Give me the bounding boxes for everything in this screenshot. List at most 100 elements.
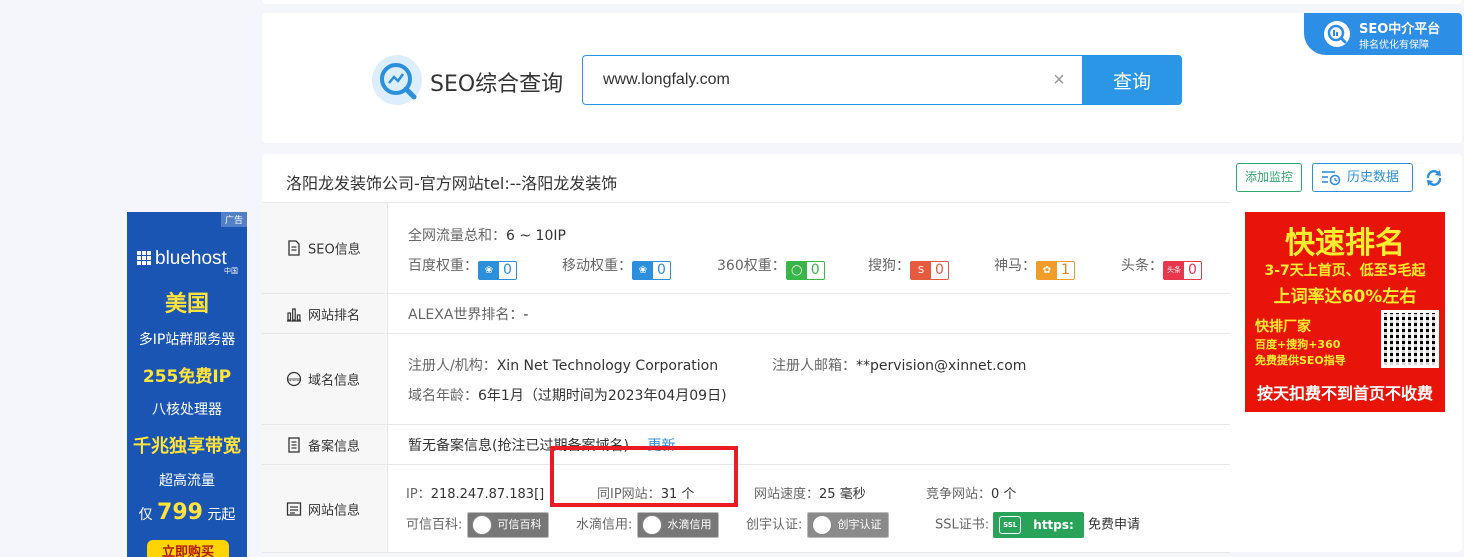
chuangyu-label: 创宇认证: <box>746 517 803 533</box>
traffic-label: 全网流量总和： <box>408 228 506 244</box>
water-credit-badge[interactable]: 水滴信用 <box>636 512 719 538</box>
same-ip-sites[interactable]: 同IP网站：31 个 <box>597 483 694 502</box>
grid-icon <box>137 251 151 265</box>
document-icon <box>288 240 300 256</box>
ssl-free-apply-link[interactable]: 免费申请 <box>1088 518 1140 533</box>
shield-check-icon <box>471 515 492 535</box>
bluehost-logo: bluehost <box>137 248 227 270</box>
v-shield-icon <box>811 515 832 535</box>
email-value: **pervision@xinnet.com <box>856 358 1027 374</box>
baidu-paw-icon: ❀ <box>479 262 499 279</box>
shenma-icon: ✿ <box>1037 262 1057 279</box>
brand-sub: 中国 <box>224 267 238 275</box>
www-globe-icon: www <box>286 371 302 387</box>
traffic-value: 6 ~ 10IP <box>506 228 566 244</box>
credible-label: 可信百科: <box>406 517 463 533</box>
chuangyu-badge[interactable]: 创宇认证 <box>806 512 889 538</box>
qr-code-icon <box>1381 310 1439 368</box>
history-data-button[interactable]: 历史数据 <box>1312 163 1413 192</box>
mobile-paw-icon: ❀ <box>633 262 653 279</box>
weight-sogou: 搜狗： S 0 <box>868 255 949 280</box>
site-rank-row: 网站排名 ALEXA世界排名：- <box>262 294 1230 334</box>
ssl-badge-text: https: <box>1033 518 1074 532</box>
ssl-badge[interactable]: SSL https: <box>993 512 1084 538</box>
record-book-icon <box>288 436 300 453</box>
360-weight-badge[interactable]: ◯ 0 <box>785 261 825 280</box>
svg-text:www: www <box>288 377 300 383</box>
icp-text: 暂无备案信息(抢注已过期备案域名) 更新 <box>408 435 675 455</box>
registrar-value: Xin Net Technology Corporation <box>496 358 719 374</box>
weight-label: 百度权重： <box>408 258 478 274</box>
buy-now-button[interactable]: 立即购买 <box>147 540 229 557</box>
search-input[interactable] <box>583 56 1043 104</box>
seo-platform-badge[interactable]: SEO中介平台 排名优化有保障 <box>1304 13 1462 55</box>
ip-label: IP： <box>406 487 431 502</box>
weight-360: 360权重： ◯ 0 <box>717 255 825 280</box>
bluehost-ad[interactable]: 广告 bluehost 中国 美国 多IP站群服务器 255免费IP 八核处理器… <box>127 212 247 557</box>
row-head-label: 网站排名 <box>308 308 361 323</box>
water-credit: 水滴信用: 水滴信用 <box>576 512 719 538</box>
traffic-total: 全网流量总和：6 ~ 10IP <box>408 225 566 245</box>
weight-label: 360权重： <box>717 258 786 274</box>
refresh-icon[interactable] <box>1424 168 1444 188</box>
weight-value: 0 <box>935 262 944 278</box>
water-badge-text: 水滴信用 <box>667 518 712 531</box>
badge-line-2: 排名优化有保障 <box>1359 40 1429 51</box>
weight-mobile: 移动权重： ❀ 0 <box>562 255 671 280</box>
history-label: 历史数据 <box>1347 170 1400 185</box>
ip-value[interactable]: 218.247.87.183[] <box>431 487 545 502</box>
weight-value: 0 <box>657 262 666 278</box>
sogou-icon: S <box>911 262 931 279</box>
search-button[interactable]: 查询 <box>1082 55 1182 105</box>
baidu-weight-badge[interactable]: ❀ 0 <box>478 261 517 280</box>
weight-label: 神马： <box>994 258 1036 274</box>
price-prefix: 仅 <box>138 507 153 523</box>
row-body: ALEXA世界排名：- <box>408 294 1228 333</box>
toutiao-icon: 头条 <box>1164 262 1184 279</box>
ad-title: 快速排名 <box>1285 226 1405 261</box>
shenma-weight-badge[interactable]: ✿ 1 <box>1036 261 1075 280</box>
weight-label: 移动权重： <box>562 258 632 274</box>
credible-badge[interactable]: 可信百科 <box>466 512 549 538</box>
add-monitor-button[interactable]: 添加监控 <box>1236 163 1302 192</box>
seo-query-logo-icon <box>372 55 422 105</box>
360-icon: ◯ <box>786 262 807 279</box>
badge-line-1: SEO中介平台 <box>1359 22 1441 37</box>
email-label: 注册人邮箱： <box>772 358 856 374</box>
same-ip-label: 同IP网站： <box>597 487 661 502</box>
clear-icon[interactable]: × <box>1049 70 1069 90</box>
icp-info-row: 备案信息 暂无备案信息(抢注已过期备案域名) 更新 <box>262 425 1230 465</box>
icp-update-link[interactable]: 更新 <box>647 438 675 454</box>
weight-shenma: 神马： ✿ 1 <box>994 255 1075 280</box>
top-card-edge <box>262 0 1462 4</box>
competitor-sites[interactable]: 竞争网站：0 个 <box>926 483 1016 502</box>
weight-value: 0 <box>503 262 512 278</box>
ad-line-2: 3-7天上首页、低至5毛起 <box>1264 263 1426 279</box>
history-list-icon <box>1322 171 1341 186</box>
chuangyu-cert: 创宇认证: 创宇认证 <box>746 512 889 538</box>
ad-line-6: 免费提供SEO指导 <box>1255 354 1346 367</box>
age-label: 域名年龄： <box>408 388 478 404</box>
sogou-weight-badge[interactable]: S0 <box>910 261 949 280</box>
credible-encyclopedia: 可信百科: 可信百科 <box>406 512 549 538</box>
row-body: 暂无备案信息(抢注已过期备案域名) 更新 <box>408 425 1228 464</box>
water-label: 水滴信用: <box>576 517 633 533</box>
row-body: IP：218.247.87.183[] 同IP网站：31 个 网站速度：25 毫… <box>406 465 1228 552</box>
ad-line-ip: 255免费IP <box>142 367 232 387</box>
ad-line-servers: 多IP站群服务器 <box>138 332 236 348</box>
mobile-weight-badge[interactable]: ❀ 0 <box>632 261 671 280</box>
site-title: 洛阳龙发装饰公司-官方网站tel:--洛阳龙发装饰 <box>286 174 618 193</box>
ssl-label: SSL证书: <box>935 517 990 533</box>
water-drop-icon <box>641 515 662 535</box>
weight-value: 1 <box>1061 262 1070 278</box>
row-head: 网站排名 <box>262 294 388 333</box>
price-value: 799 <box>157 500 203 525</box>
quick-rank-ad[interactable]: 快速排名 3-7天上首页、低至5毛起 上词率达60%左右 快排厂家 百度+搜狗+… <box>1245 212 1445 412</box>
weight-toutiao: 头条： 头条 0 <box>1121 255 1202 280</box>
ad-tag: 广告 <box>220 212 247 227</box>
ad-line-country: 美国 <box>164 292 209 317</box>
toutiao-weight-badge[interactable]: 头条 0 <box>1163 261 1202 280</box>
row-head-label: 网站信息 <box>308 503 361 518</box>
bar-chart-icon <box>287 307 301 322</box>
chuangyu-badge-text: 创宇认证 <box>837 518 882 531</box>
